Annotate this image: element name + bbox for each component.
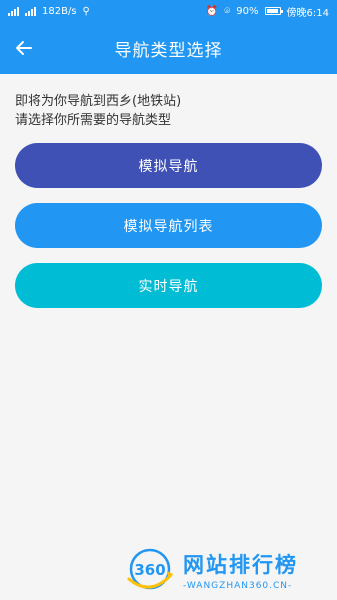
realtime-navigation-label: 实时导航	[138, 278, 199, 295]
simulated-navigation-button[interactable]: 模拟导航	[15, 143, 322, 188]
app-bar: 导航类型选择	[0, 22, 337, 74]
realtime-navigation-button[interactable]: 实时导航	[15, 263, 322, 308]
simulated-navigation-list-label: 模拟导航列表	[123, 218, 214, 235]
prompt-instruction: 请选择你所需要的导航类型	[15, 113, 172, 128]
signal-icon-2	[25, 6, 36, 16]
network-speed: 182B/s	[42, 5, 77, 17]
status-time: 傍晚6:14	[286, 7, 329, 19]
page-title: 导航类型选择	[114, 40, 223, 61]
simulated-navigation-list-button[interactable]: 模拟导航列表	[15, 203, 322, 248]
back-arrow-icon	[16, 41, 32, 55]
watermark-title: 网站排行榜	[183, 553, 298, 577]
status-bar: 182B/s ⚲ ⏰ ⌾ 90% 傍晚6:14	[0, 0, 337, 22]
navigation-prompt: 即将为你导航到西乡(地铁站) 请选择你所需要的导航类型	[15, 92, 325, 130]
alarm-icon: ⏰	[205, 5, 219, 17]
usb-icon: ⚲	[82, 5, 90, 17]
signal-icon-1	[8, 6, 19, 16]
status-bar-right: ⏰ ⌾ 90% 傍晚6:14	[206, 4, 329, 19]
status-bar-left: 182B/s ⚲	[8, 6, 90, 17]
battery-icon	[264, 7, 283, 15]
watermark-text: 网站排行榜 -WANGZHAN360.CN-	[183, 549, 298, 591]
back-button[interactable]	[10, 34, 38, 62]
simulated-navigation-label: 模拟导航	[138, 158, 199, 175]
360-logo-icon: 360	[127, 548, 173, 590]
battery-percent: 90%	[236, 5, 259, 17]
location-icon: ⌾	[224, 5, 231, 17]
svg-text:360: 360	[134, 561, 165, 579]
watermark-subtitle: -WANGZHAN360.CN-	[183, 581, 293, 591]
prompt-destination: 即将为你导航到西乡(地铁站)	[15, 94, 182, 109]
watermark: 360 网站排行榜 -WANGZHAN360.CN-	[123, 540, 337, 600]
